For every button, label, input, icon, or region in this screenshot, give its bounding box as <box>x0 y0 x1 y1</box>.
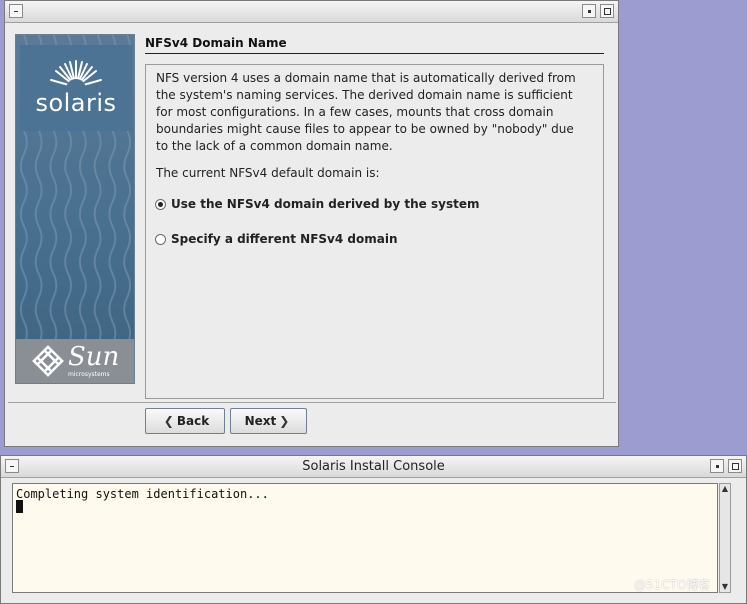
sun-logo: Sun microsystems <box>16 339 134 383</box>
current-domain-label: The current NFSv4 default domain is: <box>156 166 380 180</box>
radio-unselected[interactable] <box>155 233 166 245</box>
back-button[interactable]: ❮ Back <box>145 408 225 434</box>
page-title: NFSv4 Domain Name <box>145 36 287 50</box>
chevron-left-icon: ❮ <box>163 414 174 428</box>
chevron-right-icon: ❯ <box>279 414 290 428</box>
content-panel: NFS version 4 uses a domain name that is… <box>145 64 604 399</box>
text-cursor <box>16 500 23 513</box>
title-divider <box>145 53 604 54</box>
solaris-wordmark: solaris <box>35 89 117 117</box>
option-specify-domain[interactable]: Specify a different NFSv4 domain <box>155 231 398 247</box>
description-text: NFS version 4 uses a domain name that is… <box>156 71 576 153</box>
minimize-button[interactable] <box>582 4 596 18</box>
maximize-button[interactable] <box>728 459 742 473</box>
button-separator <box>8 402 616 403</box>
sunburst-icon <box>50 60 102 95</box>
scroll-down-icon[interactable]: ▼ <box>720 582 730 592</box>
minimize-button[interactable] <box>710 459 724 473</box>
solaris-logo: solaris <box>20 45 132 131</box>
solaris-banner: solaris Sun microsystems <box>15 34 135 384</box>
scroll-up-icon[interactable]: ▲ <box>720 484 730 494</box>
console-output[interactable]: Completing system identification... <box>12 483 718 593</box>
sun-diamond-icon <box>32 345 64 377</box>
radio-selected[interactable] <box>155 198 166 210</box>
option-use-derived-domain[interactable]: Use the NFSv4 domain derived by the syst… <box>155 196 479 212</box>
console-title: Solaris Install Console <box>302 459 445 474</box>
next-button[interactable]: Next ❯ <box>230 408 307 434</box>
window-menu-button[interactable] <box>9 4 23 18</box>
watermark: @51CTO博客 <box>634 578 711 592</box>
sun-wordmark: Sun <box>68 342 120 372</box>
next-label: Next <box>244 414 277 428</box>
installer-titlebar[interactable] <box>5 1 618 23</box>
option-label: Specify a different NFSv4 domain <box>171 232 398 246</box>
console-text: Completing system identification... <box>16 487 269 501</box>
option-label: Use the NFSv4 domain derived by the syst… <box>171 197 480 211</box>
console-scrollbar[interactable]: ▲ ▼ <box>719 483 731 593</box>
maximize-button[interactable] <box>600 4 614 18</box>
console-titlebar[interactable]: Solaris Install Console <box>1 456 746 478</box>
back-label: Back <box>176 414 210 428</box>
microsystems-text: microsystems <box>68 371 110 378</box>
